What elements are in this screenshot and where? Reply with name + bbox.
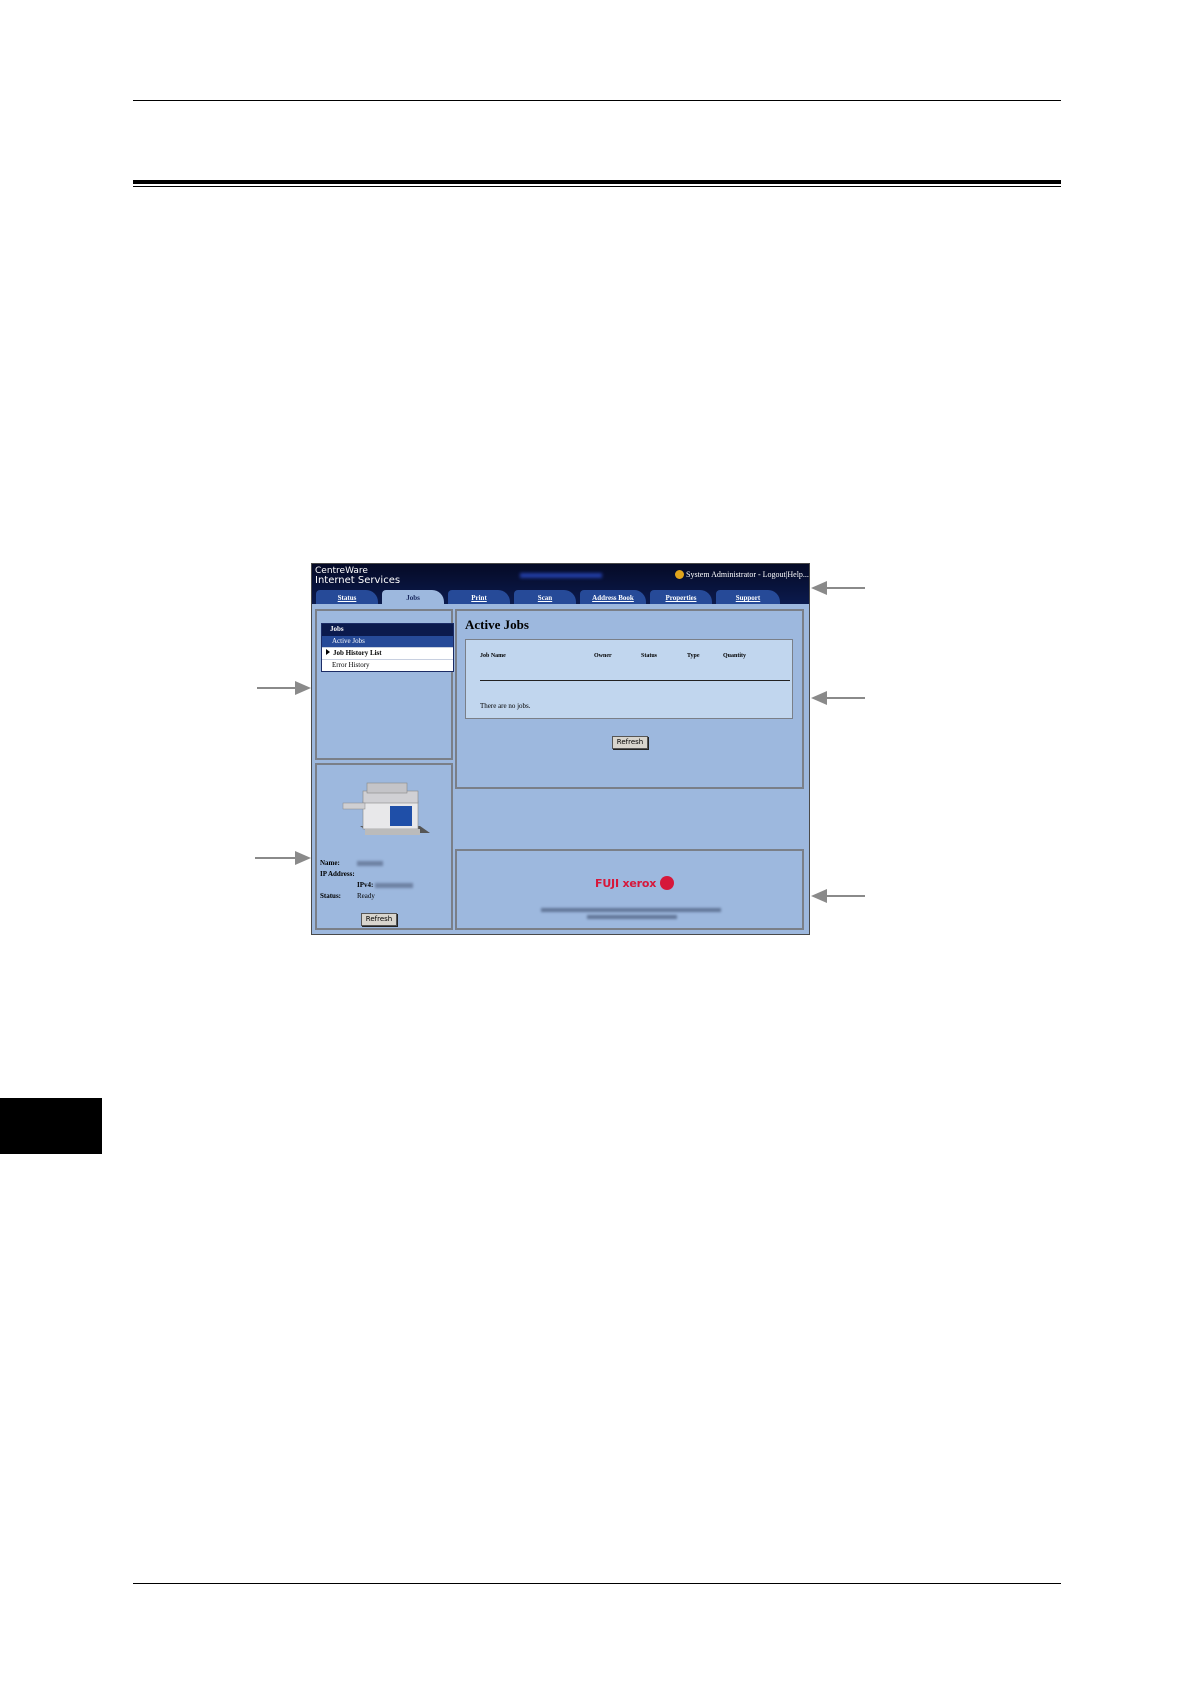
xerox-ball-icon [660,876,675,890]
user-text[interactable]: System Administrator - Logout|Help... [686,570,809,579]
tab-print[interactable]: Print [448,590,510,604]
user-icon [675,570,684,579]
status-value: Ready [357,892,375,900]
footer-line1 [541,908,721,912]
page-title: Active Jobs [465,617,529,632]
name-value [357,861,383,866]
ipv4-label: IPv4: [357,881,374,889]
arrow-bullet-icon [326,649,330,655]
page-top-rule [133,100,1061,101]
col-job-name: Job Name [480,653,506,659]
menu-header: Jobs [322,624,453,636]
callout-arrow-main [811,691,865,705]
callout-arrow-menu [257,681,311,695]
logo-text: FUJI xerox [595,876,657,890]
header-link[interactable] [520,573,602,578]
tab-support[interactable]: Support [716,590,780,604]
menu-item-job-history-label: Job History List [333,649,382,657]
col-owner: Owner [594,653,612,659]
callout-arrow-footer [811,889,865,903]
ip-label: IP Address: [320,870,355,878]
col-quantity: Quantity [723,653,747,659]
fuji-xerox-logo: FUJI xerox [595,876,675,890]
cwis-screenshot: CentreWare Internet Services System Admi… [311,563,810,935]
main-refresh-button[interactable]: Refresh [612,736,648,749]
printer-icon [342,782,430,835]
menu-panel: Jobs Active Jobs Job History List Error … [315,609,454,760]
empty-message: There are no jobs. [480,702,531,710]
tab-status[interactable]: Status [316,590,378,604]
heading-rule-thin [133,186,1061,187]
menu-item-error-history[interactable]: Error History [322,659,453,671]
footer-line2 [587,915,677,919]
menu-item-job-history[interactable]: Job History List [322,647,453,659]
cwis-header: CentreWare Internet Services System Admi… [312,564,809,604]
name-label: Name: [320,859,340,867]
device-refresh-button[interactable]: Refresh [361,913,397,926]
callout-arrow-device [255,851,311,865]
brand-line2: Internet Services [315,575,401,586]
callout-arrow-header [811,581,865,595]
tab-properties[interactable]: Properties [650,590,712,604]
device-panel: Name: IP Address: IPv4: Status: Ready Re… [315,763,453,930]
main-panel: Active Jobs Job Name Owner Status Type Q… [455,609,804,789]
ipv4-value [375,883,413,888]
jobs-menu: Jobs Active Jobs Job History List Error … [321,623,454,672]
tab-jobs[interactable]: Jobs [382,590,444,604]
menu-item-active-jobs[interactable]: Active Jobs [322,636,453,647]
page-bottom-rule [133,1583,1061,1584]
tab-address-book[interactable]: Address Book [580,590,646,604]
footer-panel: FUJI xerox [455,849,804,930]
chapter-tab [0,1098,102,1154]
user-area[interactable]: System Administrator - Logout|Help... [675,570,809,579]
table-divider [480,680,790,681]
col-status: Status [641,653,658,659]
jobs-table: Job Name Owner Status Type Quantity Ther… [465,639,793,719]
status-label: Status: [320,892,342,900]
tab-bar: Status Jobs Print Scan Address Book Prop… [316,590,809,604]
col-type: Type [687,653,700,659]
heading-rule [133,180,1061,184]
tab-scan[interactable]: Scan [514,590,576,604]
